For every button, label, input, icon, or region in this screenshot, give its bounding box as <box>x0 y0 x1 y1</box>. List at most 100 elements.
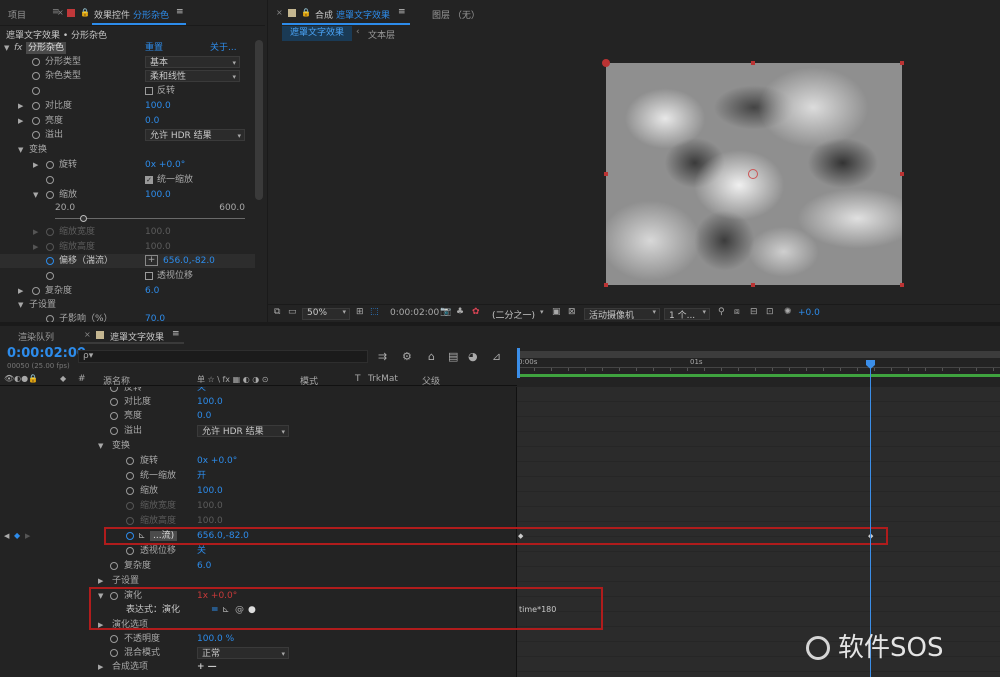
tab-render-queue[interactable]: 渲染队列 <box>18 330 54 343</box>
graph-editor-icon[interactable]: ⊿ <box>492 350 501 363</box>
collapse-triangle-icon[interactable]: ▼ <box>18 298 23 312</box>
frame-blending-icon[interactable]: ▤ <box>448 350 458 363</box>
tl-complexity-value[interactable]: 6.0 <box>197 559 211 573</box>
reset-link[interactable]: 重置 <box>145 41 163 55</box>
col-trkmat[interactable]: TrkMat <box>368 374 398 384</box>
invert-checkbox[interactable] <box>145 87 153 95</box>
tl-contrast-value[interactable]: 100.0 <box>197 395 223 409</box>
stopwatch-icon[interactable] <box>126 547 134 555</box>
shy-layers-icon[interactable]: ⌂ <box>428 350 435 363</box>
panel-menu-icon[interactable]: ≡ <box>172 329 180 339</box>
handle-ml[interactable] <box>604 172 608 176</box>
sub-influence-value[interactable]: 70.0 <box>145 312 165 322</box>
expand-triangle-icon[interactable]: ▼ <box>4 41 9 55</box>
stopwatch-icon[interactable] <box>32 87 40 95</box>
tl-perspective-value[interactable]: 关 <box>197 544 206 558</box>
stopwatch-icon[interactable] <box>32 58 40 66</box>
mask-visibility-icon[interactable]: ⬚ <box>370 307 379 317</box>
toggle-pixel-icon[interactable]: ⚲ <box>718 307 725 317</box>
viewer-timecode[interactable]: 0:00:02:00 <box>390 308 439 318</box>
next-keyframe-icon[interactable]: ▶ <box>25 529 30 543</box>
stopwatch-icon[interactable] <box>126 472 134 480</box>
camera-dropdown[interactable]: 活动摄像机 ▾ <box>584 308 660 321</box>
stopwatch-icon[interactable] <box>46 272 54 280</box>
expand-triangle-icon[interactable]: ▶ <box>98 660 103 674</box>
chevron-down-icon[interactable]: ▾ <box>540 308 544 316</box>
offset-value[interactable]: 656.0,-82.0 <box>163 254 215 268</box>
label-icon[interactable]: ◆ <box>60 374 66 383</box>
slider-thumb[interactable] <box>80 215 87 222</box>
draft-3d-icon[interactable]: ⚙ <box>402 350 412 363</box>
col-t[interactable]: T <box>355 374 361 384</box>
comp-canvas[interactable] <box>268 44 1000 302</box>
stopwatch-icon[interactable] <box>126 457 134 465</box>
tl-overflow-dropdown[interactable]: 允许 HDR 结果 ▾ <box>197 425 289 437</box>
stopwatch-icon[interactable] <box>46 176 54 184</box>
av-switches-icon[interactable]: 👁◐●🔒 <box>4 374 38 383</box>
grid-icon[interactable]: ⊞ <box>356 307 364 317</box>
tab-layer[interactable]: 图层 （无） <box>432 8 480 21</box>
collapse-triangle-icon[interactable]: ▼ <box>18 143 23 157</box>
close-icon[interactable]: × <box>84 330 91 339</box>
noise-type-dropdown[interactable]: 柔和线性 ▾ <box>145 70 240 82</box>
fractal-type-dropdown[interactable]: 基本 ▾ <box>145 56 240 68</box>
expand-triangle-icon[interactable]: ▶ <box>18 284 23 298</box>
lock-icon[interactable]: 🔒 <box>80 8 90 17</box>
lock-icon[interactable]: 🔒 <box>301 8 311 17</box>
tab-effect-controls[interactable]: 效果控件 <box>94 8 130 21</box>
panel-menu-icon[interactable]: ≡ <box>398 7 406 17</box>
work-area-bar[interactable] <box>517 351 1000 358</box>
handle-br[interactable] <box>900 283 904 287</box>
tl-opacity-value[interactable]: 100.0 % <box>197 632 234 646</box>
add-keyframe-icon[interactable]: ◆ <box>14 529 20 543</box>
stopwatch-icon[interactable] <box>32 131 40 139</box>
tl-composite-add[interactable]: + — <box>197 660 217 674</box>
stopwatch-icon[interactable] <box>126 487 134 495</box>
expand-triangle-icon[interactable]: ▶ <box>18 99 23 113</box>
scale-slider[interactable]: 20.0 600.0 <box>55 203 245 227</box>
perspective-checkbox[interactable] <box>145 272 153 280</box>
stopwatch-icon[interactable] <box>110 398 118 406</box>
corner-handle-tl[interactable] <box>602 59 610 67</box>
expand-triangle-icon[interactable]: ▶ <box>33 158 38 172</box>
fx-label[interactable]: fx <box>14 41 23 55</box>
uniform-scale-checkbox[interactable]: ✓ <box>145 176 153 184</box>
collapse-triangle-icon[interactable]: ▼ <box>33 188 38 202</box>
handle-mr[interactable] <box>900 172 904 176</box>
stopwatch-icon[interactable] <box>32 72 40 80</box>
tab-comp-prefix[interactable]: 合成 <box>315 8 333 21</box>
handle-bl[interactable] <box>604 283 608 287</box>
tl-invert-value[interactable]: 关 <box>197 387 206 395</box>
show-snapshot-icon[interactable]: ♣ <box>456 307 464 317</box>
tl-blend-mode-dropdown[interactable]: 正常 ▾ <box>197 647 289 659</box>
effect-panel-scrollbar[interactable] <box>255 40 263 200</box>
about-link[interactable]: 关于... <box>210 41 237 55</box>
tl-uniform-scale-value[interactable]: 开 <box>197 469 206 483</box>
stopwatch-icon[interactable] <box>32 287 40 295</box>
reset-exposure-icon[interactable]: ✺ <box>784 307 792 317</box>
overflow-dropdown[interactable]: 允许 HDR 结果 ▾ <box>145 129 245 141</box>
timeline-icon[interactable]: ⊟ <box>750 307 758 317</box>
complexity-value[interactable]: 6.0 <box>145 284 159 298</box>
exposure-value[interactable]: +0.0 <box>798 308 820 318</box>
stopwatch-icon[interactable] <box>110 562 118 570</box>
prev-keyframe-icon[interactable]: ◀ <box>4 529 9 543</box>
close-icon[interactable]: × <box>276 8 283 17</box>
monitor-icon[interactable]: ▭ <box>288 307 297 317</box>
expand-triangle-icon[interactable]: ▶ <box>98 574 103 588</box>
close-icon[interactable]: × <box>57 8 64 17</box>
col-mode[interactable]: 模式 <box>300 374 318 387</box>
region-of-interest-icon[interactable]: ▣ <box>552 307 561 317</box>
stopwatch-icon[interactable] <box>46 161 54 169</box>
col-switches[interactable]: 单 ☆ \ fx ▦ ◐ ◑ ⊙ <box>197 374 268 385</box>
tl-rotation-value[interactable]: 0x +0.0° <box>197 454 237 468</box>
handle-bm[interactable] <box>751 283 755 287</box>
breadcrumb-comp[interactable]: 遮罩文字效果 <box>282 26 353 41</box>
timeline-timecode[interactable]: 0:00:02:00 <box>7 346 86 361</box>
stopwatch-icon[interactable] <box>32 102 40 110</box>
tl-brightness-value[interactable]: 0.0 <box>197 409 211 423</box>
layer-search-input[interactable]: ρ▾ <box>78 350 368 363</box>
views-dropdown[interactable]: 1 个... ▾ <box>664 308 710 321</box>
transparency-grid-icon[interactable]: ⊠ <box>568 307 576 317</box>
work-area-start-marker[interactable] <box>517 348 520 378</box>
